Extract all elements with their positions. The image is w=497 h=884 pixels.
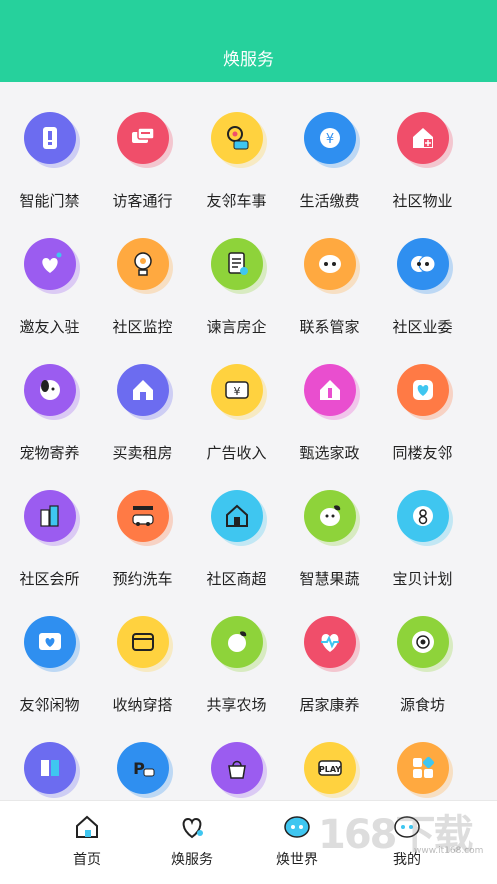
svg-text:PLAY: PLAY: [319, 765, 341, 774]
service-item[interactable]: 邀友入驻: [0, 208, 99, 336]
svg-text:¥: ¥: [326, 132, 334, 147]
door-access-icon: [24, 112, 80, 168]
service-item[interactable]: 预约洗车: [93, 460, 192, 588]
bag-icon: [211, 742, 267, 798]
service-item[interactable]: [373, 712, 472, 800]
clubhouse-icon: [24, 490, 80, 546]
service-item[interactable]: 谏言房企: [187, 208, 286, 336]
service-item[interactable]: 收纳穿搭: [93, 586, 192, 714]
service-item[interactable]: 社区监控: [93, 208, 192, 336]
baby-plan-icon: [397, 490, 453, 546]
document-advice-icon: [211, 238, 267, 294]
profile-tab-icon: [394, 816, 420, 838]
visitor-pass-icon: [117, 112, 173, 168]
home-tab-icon: [76, 815, 98, 838]
service-item[interactable]: 宝贝计划: [373, 460, 472, 588]
svg-text:P: P: [133, 759, 145, 778]
service-item[interactable]: [187, 712, 286, 800]
house-rent-icon: [117, 364, 173, 420]
service-item[interactable]: 共享农场: [187, 586, 286, 714]
service-item[interactable]: 社区商超: [187, 460, 286, 588]
service-item[interactable]: 同楼友邻: [373, 334, 472, 462]
bottom-tab-bar: 首页 焕服务 焕世界 我的: [0, 800, 497, 884]
secondhand-box-icon: [24, 616, 80, 672]
svg-text:¥: ¥: [234, 385, 241, 398]
neighbor-heart-icon: [397, 364, 453, 420]
service-item[interactable]: [0, 712, 99, 800]
tab-label: 焕世界: [276, 852, 318, 868]
chat-face-icon: [304, 238, 360, 294]
car-wash-icon: [117, 490, 173, 546]
service-item[interactable]: 联系管家: [280, 208, 379, 336]
service-item[interactable]: 社区业委: [373, 208, 472, 336]
ad-income-icon: ¥: [211, 364, 267, 420]
service-tab-icon: [182, 817, 203, 839]
heart-invite-icon: [24, 238, 80, 294]
world-tab-icon: [284, 816, 310, 838]
service-item[interactable]: 源食坊: [373, 586, 472, 714]
property-house-icon: [397, 112, 453, 168]
service-item[interactable]: PLAY: [280, 712, 379, 800]
fruit-veg-icon: [304, 490, 360, 546]
housekeeping-icon: [304, 364, 360, 420]
card-icon: [24, 742, 80, 798]
food-flower-icon: [397, 616, 453, 672]
farm-fruit-icon: [211, 616, 267, 672]
service-item[interactable]: P: [93, 712, 192, 800]
supermarket-icon: [211, 490, 267, 546]
service-item[interactable]: 居家康养: [280, 586, 379, 714]
service-item[interactable]: 买卖租房: [93, 334, 192, 462]
yuan-payment-icon: ¥: [304, 112, 360, 168]
service-item[interactable]: 访客通行: [93, 82, 192, 210]
service-item[interactable]: 宠物寄养: [0, 334, 99, 462]
service-item[interactable]: ¥ 广告收入: [187, 334, 286, 462]
committee-icon: [397, 238, 453, 294]
service-item[interactable]: 友邻闲物: [0, 586, 99, 714]
service-item[interactable]: ¥ 生活缴费: [280, 82, 379, 210]
camera-monitor-icon: [117, 238, 173, 294]
tab-profile[interactable]: 我的: [345, 801, 469, 884]
page-title: 焕服务: [223, 50, 274, 70]
parking-icon: P: [117, 742, 173, 798]
tab-label: 我的: [393, 852, 421, 868]
service-item[interactable]: 智慧果蔬: [280, 460, 379, 588]
service-item[interactable]: 社区物业: [373, 82, 472, 210]
pet-dog-icon: [24, 364, 80, 420]
play-icon: PLAY: [304, 742, 360, 798]
tab-world[interactable]: 焕世界: [235, 801, 359, 884]
service-grid: 智能门禁 访客通行 友邻车事 ¥ 生活缴费 社区物业邀友入驻 社区监控 谏言房企 联系管家 社区业…: [0, 82, 497, 800]
service-item[interactable]: 友邻车事: [187, 82, 286, 210]
service-item[interactable]: 甄选家政: [280, 334, 379, 462]
service-item[interactable]: 社区会所: [0, 460, 99, 588]
apps-icon: [397, 742, 453, 798]
location-car-icon: [211, 112, 267, 168]
health-heart-icon: [304, 616, 360, 672]
service-item[interactable]: 智能门禁: [0, 82, 99, 210]
top-header: 焕服务: [0, 0, 497, 82]
storage-box-icon: [117, 616, 173, 672]
